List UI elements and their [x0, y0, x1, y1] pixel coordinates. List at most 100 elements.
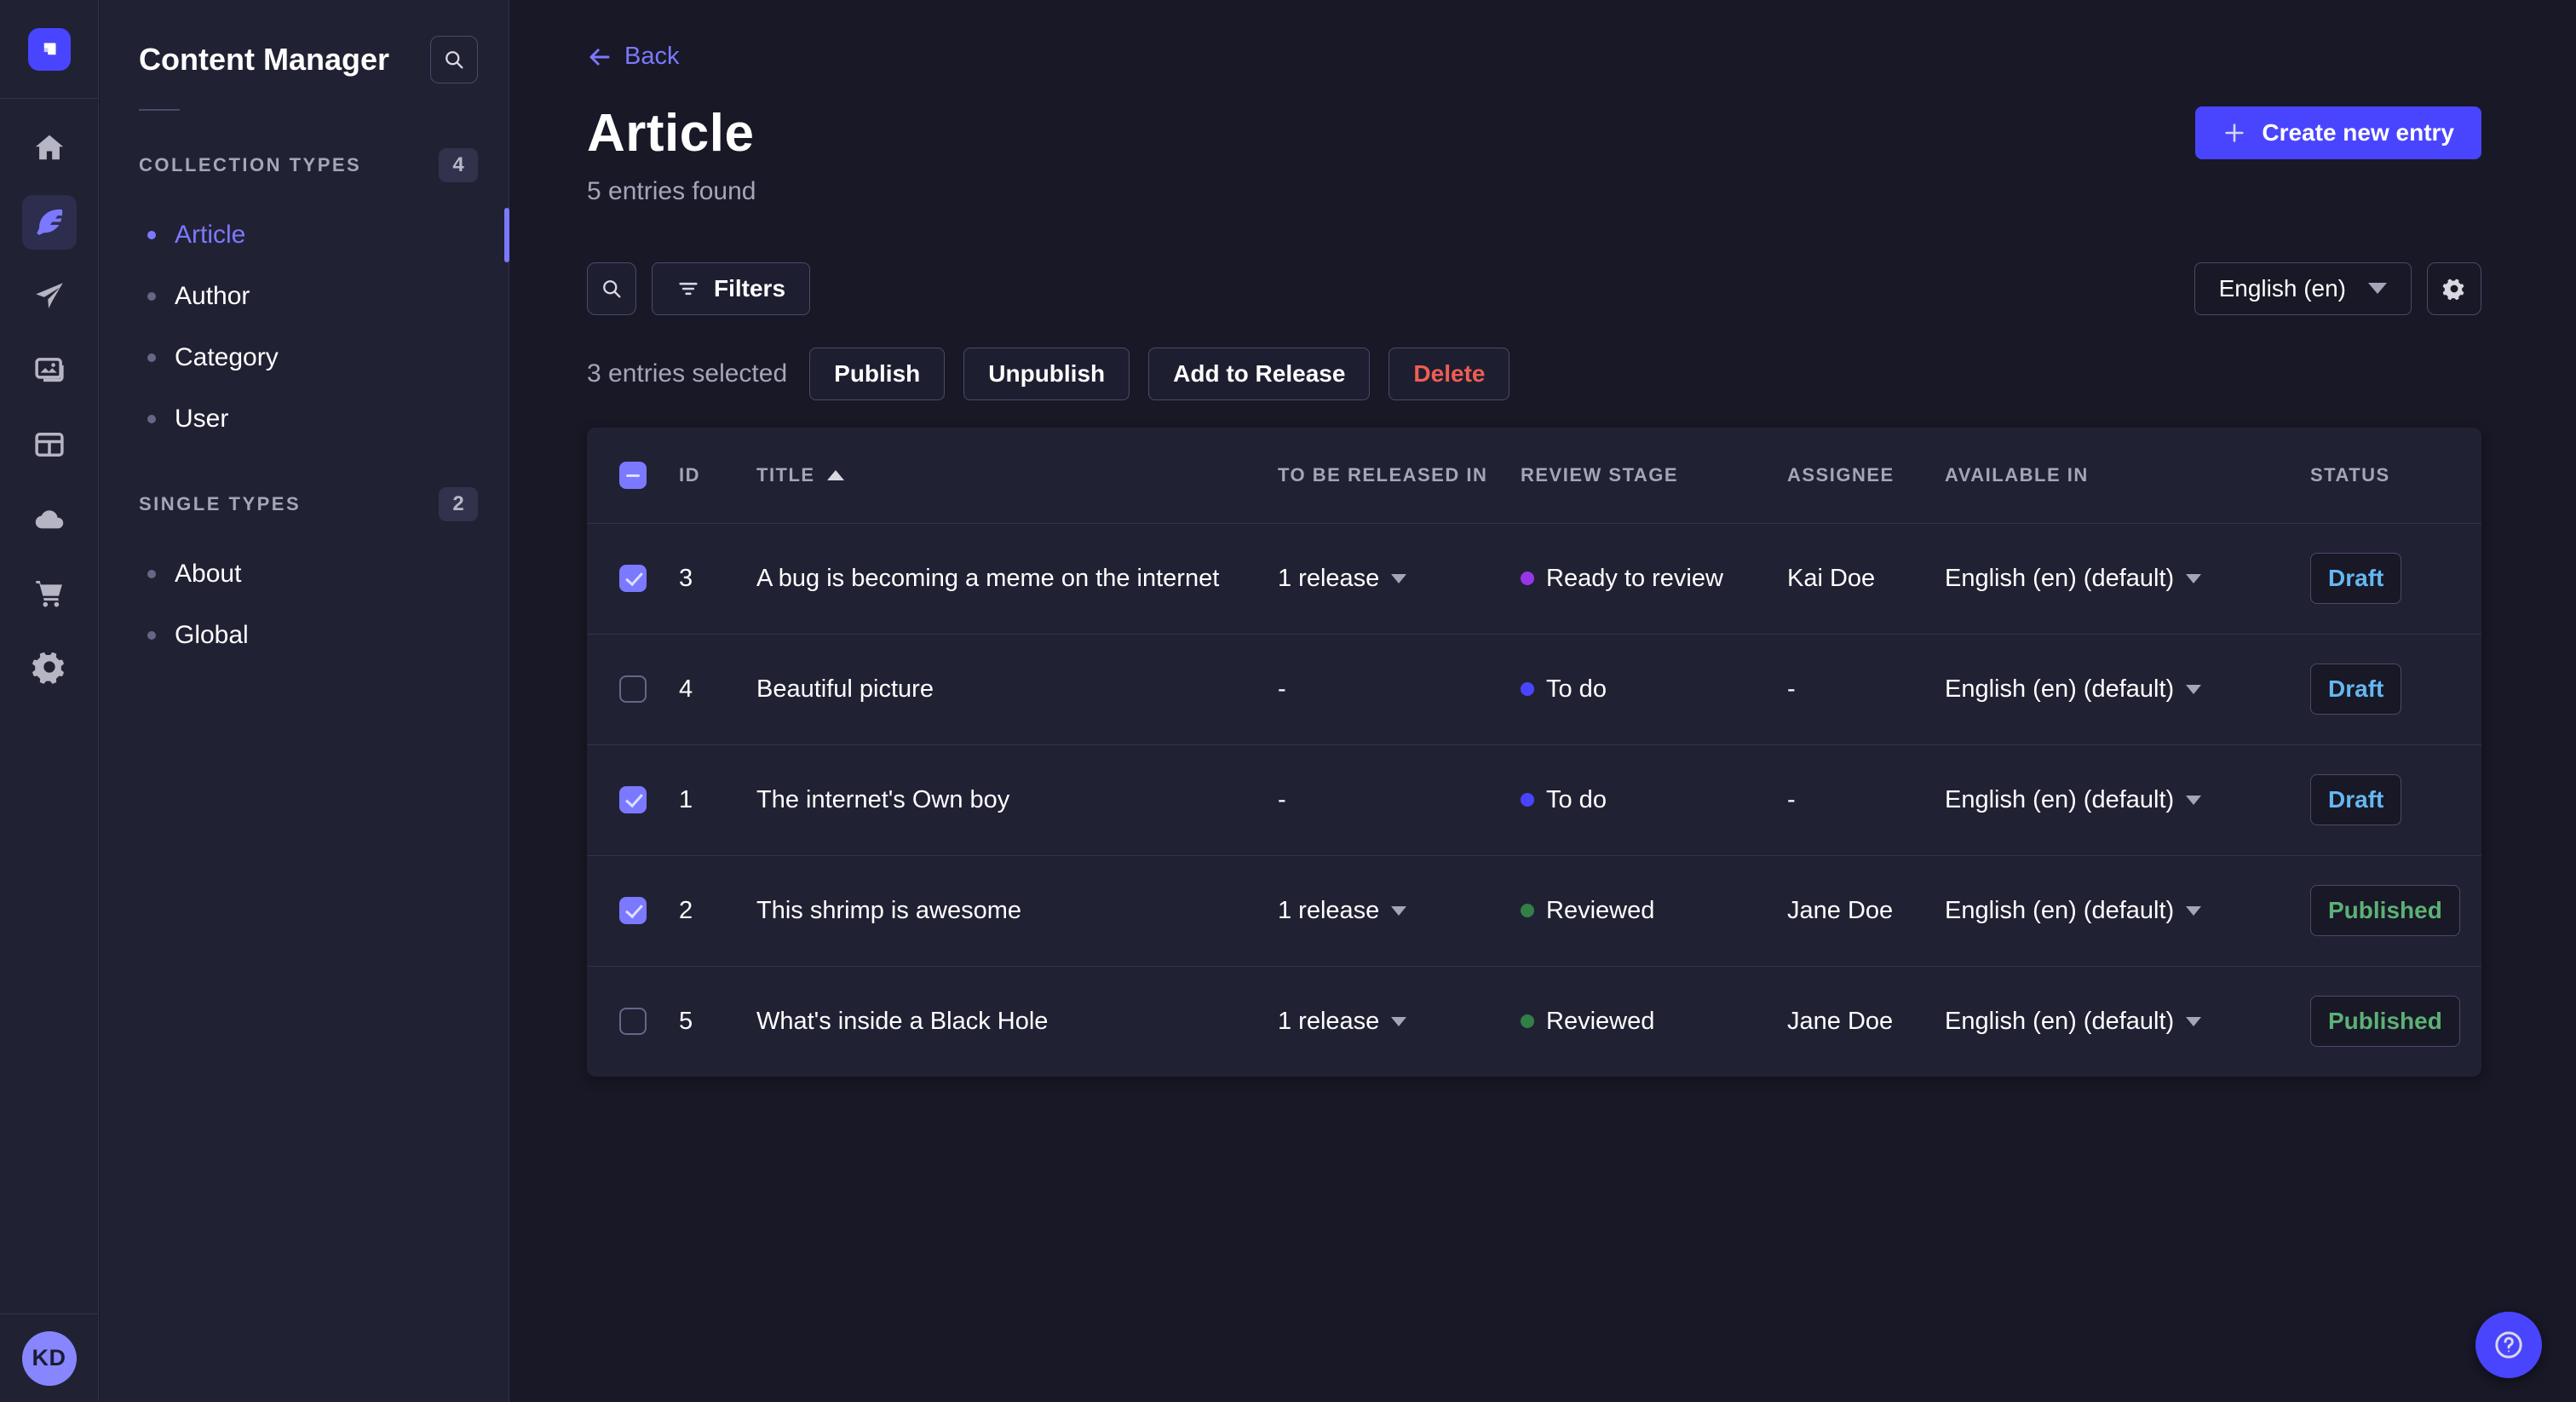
available-value: English (en) (default) [1945, 785, 2175, 813]
create-new-entry-button[interactable]: Create new entry [2195, 106, 2481, 159]
home-icon[interactable] [22, 121, 77, 175]
sidebar-item-author[interactable]: Author [100, 266, 509, 327]
select-all-checkbox[interactable] [619, 461, 647, 489]
sidebar-item-category[interactable]: Category [100, 327, 509, 388]
cell-id: 2 [679, 896, 693, 924]
cell-available-in[interactable]: English (en) (default) [1945, 786, 2310, 814]
cell-assignee: - [1787, 675, 1796, 703]
media-library-images-icon[interactable] [22, 343, 77, 398]
cloud-icon[interactable] [22, 491, 77, 546]
cell-assignee: Jane Doe [1787, 896, 1894, 924]
main-content: Back Article Create new entry 5 entries … [510, 0, 2576, 1402]
cell-available-in[interactable]: English (en) (default) [1945, 565, 2310, 593]
cell-id: 5 [679, 1007, 693, 1035]
column-header-review-stage[interactable]: REVIEW STAGE [1521, 464, 1787, 486]
table-row[interactable]: 1 The internet's Own boy - To do - Engli… [587, 744, 2481, 855]
help-button[interactable] [2475, 1312, 2542, 1378]
bullet-icon [147, 292, 156, 301]
selection-summary: 3 entries selected [587, 359, 788, 388]
entries-count-text: 5 entries found [587, 176, 756, 205]
column-header-id[interactable]: ID [679, 464, 756, 486]
table-row[interactable]: 4 Beautiful picture - To do - English (e… [587, 633, 2481, 744]
settings-gear-icon[interactable] [22, 640, 77, 694]
release-caret-icon [1391, 573, 1407, 583]
row-checkbox[interactable] [619, 786, 647, 813]
row-checkbox[interactable] [619, 1008, 647, 1035]
strapi-logo[interactable] [27, 27, 71, 71]
cell-title: A bug is becoming a meme on the internet [756, 564, 1220, 592]
row-checkbox[interactable] [619, 675, 647, 703]
sidebar-item-user[interactable]: User [100, 388, 509, 450]
cell-review-stage: To do [1521, 786, 1787, 814]
back-link[interactable]: Back [587, 43, 679, 71]
cell-available-in[interactable]: English (en) (default) [1945, 1008, 2310, 1036]
plus-icon [2225, 124, 2244, 142]
column-header-title[interactable]: TITLE [756, 464, 1278, 486]
unpublish-label: Unpublish [988, 359, 1106, 387]
cell-review-stage: Reviewed [1521, 1008, 1787, 1036]
column-header-status[interactable]: STATUS [2310, 464, 2456, 486]
column-header-available-in[interactable]: AVAILABLE IN [1945, 464, 2310, 486]
section-label: COLLECTION TYPES [139, 154, 362, 175]
cell-released[interactable]: 1 release [1278, 897, 1521, 925]
sidebar-item-about[interactable]: About [100, 543, 509, 605]
cell-available-in[interactable]: English (en) (default) [1945, 675, 2310, 704]
locale-select[interactable]: English (en) [2194, 261, 2412, 315]
cell-released[interactable]: - [1278, 786, 1521, 814]
status-badge: Draft [2310, 774, 2402, 825]
search-button[interactable] [430, 36, 478, 83]
sidebar-item-label: About [175, 560, 242, 588]
column-header-assignee[interactable]: ASSIGNEE [1787, 464, 1945, 486]
table-row[interactable]: 3 A bug is becoming a meme on the intern… [587, 522, 2481, 634]
available-caret-icon [2186, 573, 2202, 583]
cell-released[interactable]: 1 release [1278, 565, 1521, 593]
sidebar-item-label: Global [175, 621, 249, 649]
cell-released[interactable]: 1 release [1278, 1008, 1521, 1036]
available-caret-icon [2186, 905, 2202, 916]
cell-title: What's inside a Black Hole [756, 1007, 1049, 1035]
cell-id: 1 [679, 785, 693, 813]
user-avatar[interactable]: KD [21, 1330, 77, 1386]
sidebar-item-global[interactable]: Global [100, 605, 509, 666]
cell-review-stage: Reviewed [1521, 897, 1787, 925]
cell-released[interactable]: - [1278, 675, 1521, 704]
sidebar-item-label: Author [175, 282, 250, 310]
bullet-icon [147, 570, 156, 578]
filters-button[interactable]: Filters [652, 261, 811, 315]
table-row[interactable]: 5 What's inside a Black Hole 1 release R… [587, 965, 2481, 1077]
table-row[interactable]: 2 This shrimp is awesome 1 release Revie… [587, 854, 2481, 966]
stage-label: Reviewed [1546, 1007, 1655, 1035]
column-header-released[interactable]: TO BE RELEASED IN [1278, 464, 1521, 486]
cell-id: 3 [679, 564, 693, 592]
back-arrow-icon [589, 48, 610, 66]
entries-table: ID TITLE TO BE RELEASED IN REVIEW STAGE … [587, 427, 2481, 1077]
add-to-release-button[interactable]: Add to Release [1148, 347, 1371, 400]
row-checkbox[interactable] [619, 897, 647, 924]
table-search-button[interactable] [587, 261, 636, 315]
row-checkbox[interactable] [619, 565, 647, 592]
bullet-icon [147, 231, 156, 239]
sidebar-item-article[interactable]: Article [100, 204, 509, 266]
content-type-builder-layout-icon[interactable] [22, 417, 77, 472]
view-settings-button[interactable] [2427, 261, 2481, 315]
publish-label: Publish [834, 359, 921, 387]
unpublish-button[interactable]: Unpublish [963, 347, 1130, 400]
publish-button[interactable]: Publish [809, 347, 946, 400]
releases-paper-plane-icon[interactable] [22, 269, 77, 324]
release-value: 1 release [1278, 896, 1380, 924]
cell-available-in[interactable]: English (en) (default) [1945, 897, 2310, 925]
cell-title: Beautiful picture [756, 675, 934, 703]
release-value: 1 release [1278, 1007, 1380, 1035]
rail-nav [0, 99, 98, 694]
available-value: English (en) (default) [1945, 896, 2175, 924]
marketplace-cart-icon[interactable] [22, 566, 77, 620]
table-body: 3 A bug is becoming a meme on the intern… [587, 522, 2481, 1077]
release-caret-icon [1391, 905, 1407, 916]
sidebar-section: SINGLE TYPES 2 About Global [100, 487, 509, 666]
content-manager-subnav: Content Manager COLLECTION TYPES 4 Artic… [100, 0, 509, 1402]
active-indicator [504, 208, 509, 262]
section-count-badge: 2 [439, 487, 478, 521]
content-manager-feather-icon[interactable] [21, 195, 77, 250]
release-value: - [1278, 785, 1286, 813]
delete-button[interactable]: Delete [1389, 347, 1510, 400]
